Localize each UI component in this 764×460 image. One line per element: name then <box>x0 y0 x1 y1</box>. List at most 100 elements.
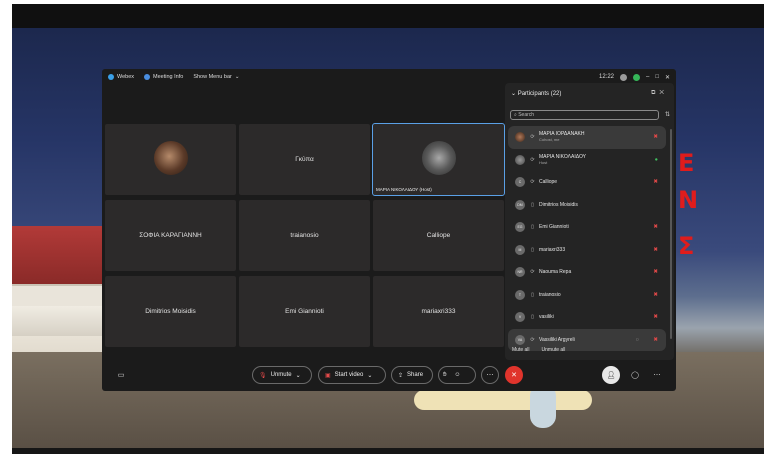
webex-meeting-window: Webex Meeting Info Show Menu bar ⌄ 12:22… <box>102 69 676 391</box>
participant-name: Emi Giannioti <box>539 224 569 231</box>
desktop-icon: ⟳ <box>530 156 535 163</box>
participants-header[interactable]: ⌄ Participants (22) <box>511 90 561 97</box>
desktop-icon: ⟳ <box>530 134 535 141</box>
mic-muted-icon[interactable]: ✖ <box>653 337 658 343</box>
participants-title: Participants (22) <box>517 91 562 97</box>
raise-hand-icon[interactable]: ✋︎ <box>443 372 446 379</box>
mute-all-button[interactable]: Mute all <box>512 347 530 353</box>
background-letter: Ε <box>678 149 695 177</box>
captions-icon[interactable]: ▭ <box>112 366 130 384</box>
reactions-group: ✋︎ ☺ <box>438 366 476 384</box>
unmute-button[interactable]: 🎙︎ Unmute ⌄ <box>252 366 312 384</box>
tile-caption: ΜΑΡΙΑ ΝΙΚΟΛΑΙΔΟΥ (Host) <box>376 187 432 192</box>
video-tile[interactable]: mariaxri333 <box>373 276 504 347</box>
leave-meeting-icon[interactable]: ✕ <box>505 366 523 384</box>
avatar-initials: DM <box>515 199 525 210</box>
mic-muted-icon[interactable]: ✖ <box>653 224 658 230</box>
mic-muted-icon[interactable]: ✖ <box>653 269 658 275</box>
participants-icon[interactable]: 👤︎ <box>602 366 620 384</box>
participant-name-block: ΜΑΡΙΑ ΝΙΚΟΛΑΙΔΟΥ Host <box>539 154 586 166</box>
screen-bottom-bar <box>12 448 764 454</box>
participant-name: mariaxri333 <box>539 246 566 253</box>
video-tile[interactable]: Dimitrios Moisidis <box>105 276 236 347</box>
video-grid: Γκύπα ΜΑΡΙΑ ΝΙΚΟΛΑΙΔΟΥ (Host) ΣΟΦΙΑ ΚΑΡΑ… <box>105 123 505 350</box>
video-tile[interactable]: Calliope <box>373 200 504 271</box>
mic-muted-icon[interactable]: ✖ <box>653 314 658 320</box>
close-panel-icon[interactable]: ✕ <box>659 90 668 96</box>
tile-name: Calliope <box>426 232 451 239</box>
show-menu-bar-button[interactable]: Show Menu bar ⌄ <box>193 74 239 80</box>
maximize-icon[interactable]: □ <box>655 74 659 80</box>
avatar-initials: T <box>515 289 525 300</box>
participant-row[interactable]: M ▯ mariaxri333 ✖ <box>508 239 666 262</box>
participant-name: Naouma Repa <box>539 269 572 276</box>
webex-logo-icon <box>108 74 114 80</box>
share-label: Share <box>407 372 424 378</box>
mic-muted-icon[interactable]: ✖ <box>653 134 658 140</box>
participant-row[interactable]: ⟳ ΜΑΡΙΑ ΝΙΚΟΛΑΙΔΟΥ Host ● <box>508 149 666 172</box>
tile-name: ΣΟΦΙΑ ΚΑΡΑΓΙΑΝΝΗ <box>139 232 202 239</box>
desktop-icon: ⟳ <box>530 269 535 276</box>
more-options-icon[interactable]: ⋯ <box>481 366 499 384</box>
tile-name: mariaxri333 <box>421 308 456 315</box>
more-icon[interactable]: ◌ <box>636 337 639 343</box>
pencil <box>414 390 592 410</box>
mobile-icon: ▯ <box>531 246 534 253</box>
chevron-down-icon: ⌄ <box>367 372 373 379</box>
participant-row[interactable]: EG ▯ Emi Giannioti ✖ <box>508 216 666 239</box>
avatar-initials: V <box>515 312 525 323</box>
mobile-icon: ▯ <box>531 291 534 298</box>
video-tile[interactable]: traianosio <box>239 200 370 271</box>
participant-row[interactable]: T ▯ traianosio ✖ <box>508 284 666 307</box>
share-button[interactable]: ⇪ Share <box>391 366 433 384</box>
meeting-info-button[interactable]: Meeting Info <box>144 74 183 80</box>
participant-row[interactable]: DM ▯ Dimitrios Moisidis <box>508 194 666 217</box>
desktop-icon: ⟳ <box>530 179 535 186</box>
chevron-down-icon: ⌄ <box>295 372 301 379</box>
participant-row[interactable]: ⟳ ΜΑΡΙΑ ΙΟΡΔΑΝΑΚΗ Cohost, me ✖ <box>508 126 666 149</box>
more-panels-icon[interactable]: ⋯ <box>648 366 666 384</box>
participant-avatar <box>421 140 456 175</box>
close-icon[interactable]: ✕ <box>665 74 670 81</box>
mobile-icon: ▯ <box>531 201 534 208</box>
participant-row[interactable]: NR ⟳ Naouma Repa ✖ <box>508 261 666 284</box>
chat-icon[interactable]: ◯ <box>626 366 644 384</box>
screen-top-bar <box>12 4 764 28</box>
sort-icon[interactable]: ⇅ <box>665 111 670 118</box>
video-off-icon: ▣ <box>325 372 331 379</box>
video-tile[interactable]: Γκύπα <box>239 124 370 195</box>
avatar-initials: NR <box>515 267 525 278</box>
help-icon[interactable] <box>620 73 627 81</box>
minimize-icon[interactable]: – <box>646 74 649 80</box>
info-icon <box>144 74 151 80</box>
video-tile[interactable] <box>105 124 236 195</box>
participant-list-scrollbar[interactable] <box>670 129 672 339</box>
mic-muted-icon[interactable]: ✖ <box>653 247 658 253</box>
participant-row[interactable]: V ▯ vasiliki ✖ <box>508 306 666 329</box>
webex-app-menu[interactable]: Webex <box>108 74 134 80</box>
unmute-all-button[interactable]: Unmute all <box>542 347 566 353</box>
participants-panel: ⌄ Participants (22) ⧉✕ ⌕ Search ⇅ ⟳ ΜΑΡΙ… <box>505 83 674 360</box>
video-tile-active-speaker[interactable]: ΜΑΡΙΑ ΝΙΚΟΛΑΙΔΟΥ (Host) <box>372 123 505 196</box>
avatar-initials: VA <box>515 334 525 345</box>
participant-avatar <box>153 140 188 175</box>
chevron-down-icon: ⌄ <box>234 74 240 80</box>
unmute-label: Unmute <box>270 372 292 378</box>
participant-search-input[interactable]: ⌕ Search <box>510 110 659 120</box>
start-video-label: Start video <box>334 372 364 378</box>
emoji-icon[interactable]: ☺ <box>454 372 460 378</box>
participant-name: traianosio <box>539 291 561 298</box>
video-tile[interactable]: ΣΟΦΙΑ ΚΑΡΑΓΙΑΝΝΗ <box>105 200 236 271</box>
desktop-icon: ⟳ <box>530 336 535 343</box>
start-video-button[interactable]: ▣ Start video ⌄ <box>318 366 386 384</box>
video-tile[interactable]: Emi Giannioti <box>239 276 370 347</box>
connection-status-icon[interactable] <box>633 73 640 81</box>
avatar-initials: M <box>515 244 525 255</box>
share-icon: ⇪ <box>398 372 404 379</box>
mic-muted-icon[interactable]: ✖ <box>653 179 658 185</box>
participant-role: Host <box>539 159 548 165</box>
participant-row[interactable]: C ⟳ Calliope ✖ <box>508 171 666 194</box>
mic-on-icon[interactable]: ● <box>655 157 658 163</box>
search-placeholder: Search <box>518 112 535 118</box>
mic-muted-icon[interactable]: ✖ <box>653 292 658 298</box>
